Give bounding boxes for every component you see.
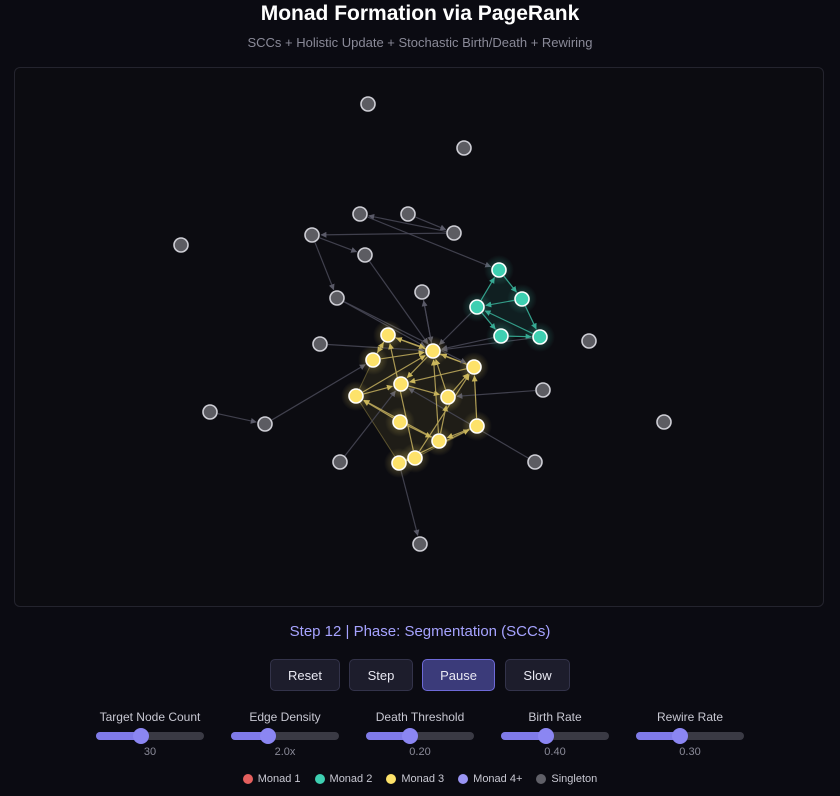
slider-thumb[interactable] [402,728,419,744]
legend-item-monad-1: Monad 1 [242,773,301,785]
singleton-node[interactable] [173,237,189,253]
singleton-node[interactable] [257,416,273,432]
graph-edge [319,237,358,253]
legend-label: Singleton [551,773,598,785]
legend-label: Monad 1 [257,773,301,785]
legend-item-singleton: Singleton [536,773,597,785]
slider-thumb[interactable] [133,728,150,744]
graph-svg [173,96,672,552]
monad-3-node[interactable] [393,376,409,392]
birth-rate-slider[interactable]: Birth Rate 0.40 [485,710,625,758]
monad-3-node[interactable] [466,359,482,375]
legend-swatch [458,774,469,784]
reset-button[interactable]: Reset [270,659,340,691]
slow-button[interactable]: Slow [505,659,570,691]
singleton-node[interactable] [527,454,543,470]
monad-2-node[interactable] [469,299,485,315]
pause-button[interactable]: Pause [422,659,495,691]
legend-label: Monad 3 [401,773,445,785]
monad-3-node[interactable] [348,388,364,404]
singleton-node[interactable] [312,336,328,352]
singleton-node[interactable] [304,227,320,243]
step-button[interactable]: Step [349,659,413,691]
singleton-node[interactable] [535,382,551,398]
singleton-node[interactable] [360,96,376,112]
slider-track[interactable] [231,728,339,744]
page-title: Monad Formation via PageRank [260,2,580,25]
legend-item-monad-3: Monad 3 [386,773,444,785]
legend-label: Monad 2 [329,773,373,785]
status-text: Step 12 | Phase: Segmentation (SCCs) [289,623,551,640]
slider-value: 2.0x [274,746,296,758]
singleton-node[interactable] [656,414,672,430]
singleton-node[interactable] [357,247,373,263]
monad-2-node[interactable] [491,262,507,278]
monad-3-node[interactable] [431,433,447,449]
legend-swatch [386,774,397,784]
monad-3-node[interactable] [425,343,441,359]
legend-label: Monad 4+ [473,773,523,785]
graph-edge [441,337,494,351]
singleton-node[interactable] [446,225,462,241]
slider-value: 0.40 [544,746,566,758]
slider-thumb[interactable] [672,728,689,744]
slider-label: Edge Density [249,710,321,724]
monad-3-node[interactable] [365,352,381,368]
slider-label: Rewire Rate [656,710,724,724]
singleton-node[interactable] [332,454,348,470]
monad-3-node[interactable] [469,418,485,434]
singleton-node[interactable] [412,536,428,552]
slider-label: Birth Rate [528,710,582,724]
monad-2-node[interactable] [532,329,548,345]
singleton-node[interactable] [202,404,218,420]
slider-label: Death Threshold [375,710,465,724]
singleton-node[interactable] [329,290,345,306]
legend-item-monad-2: Monad 2 [314,773,373,785]
singleton-node[interactable] [581,333,597,349]
legend-swatch [536,774,547,784]
legend-swatch [314,774,325,784]
slider-value: 0.20 [409,746,431,758]
slider-track[interactable] [96,728,204,744]
slider-value: 30 [143,746,157,758]
legend-swatch [242,774,253,784]
slider-track[interactable] [366,728,474,744]
graph-edge [400,470,420,536]
monad-3-node[interactable] [380,327,396,343]
singleton-node[interactable] [456,140,472,156]
graph-edge [367,216,492,268]
slider-thumb[interactable] [538,728,555,744]
monad-3-node[interactable] [407,450,423,466]
target-node-count-slider[interactable]: Target Node Count 30 [80,710,220,758]
slider-thumb[interactable] [259,728,276,744]
legend-item-monad-4plus: Monad 4+ [458,773,522,785]
graph-edge [320,231,447,238]
monad-3-node[interactable] [440,389,456,405]
slider-track[interactable] [636,728,744,744]
monad-2-node[interactable] [493,328,509,344]
slider-value: 0.30 [679,746,701,758]
rewire-rate-slider[interactable]: Rewire Rate 0.30 [620,710,760,758]
monad-2-node[interactable] [514,291,530,307]
graph-edge [314,242,335,291]
slider-track[interactable] [501,728,609,744]
singleton-node[interactable] [414,284,430,300]
page-subtitle: SCCs + Holistic Update + Stochastic Birt… [247,35,593,50]
graph-canvas[interactable] [14,67,824,607]
singleton-node[interactable] [400,206,416,222]
graph-edge [217,413,257,424]
slider-label: Target Node Count [99,710,201,724]
singleton-node[interactable] [352,206,368,222]
edge-density-slider[interactable]: Edge Density 2.0x [215,710,355,758]
legend: Monad 1 Monad 2 Monad 3 Monad 4+ Singlet… [0,773,840,785]
death-threshold-slider[interactable]: Death Threshold 0.20 [350,710,490,758]
monad-3-node[interactable] [392,414,408,430]
